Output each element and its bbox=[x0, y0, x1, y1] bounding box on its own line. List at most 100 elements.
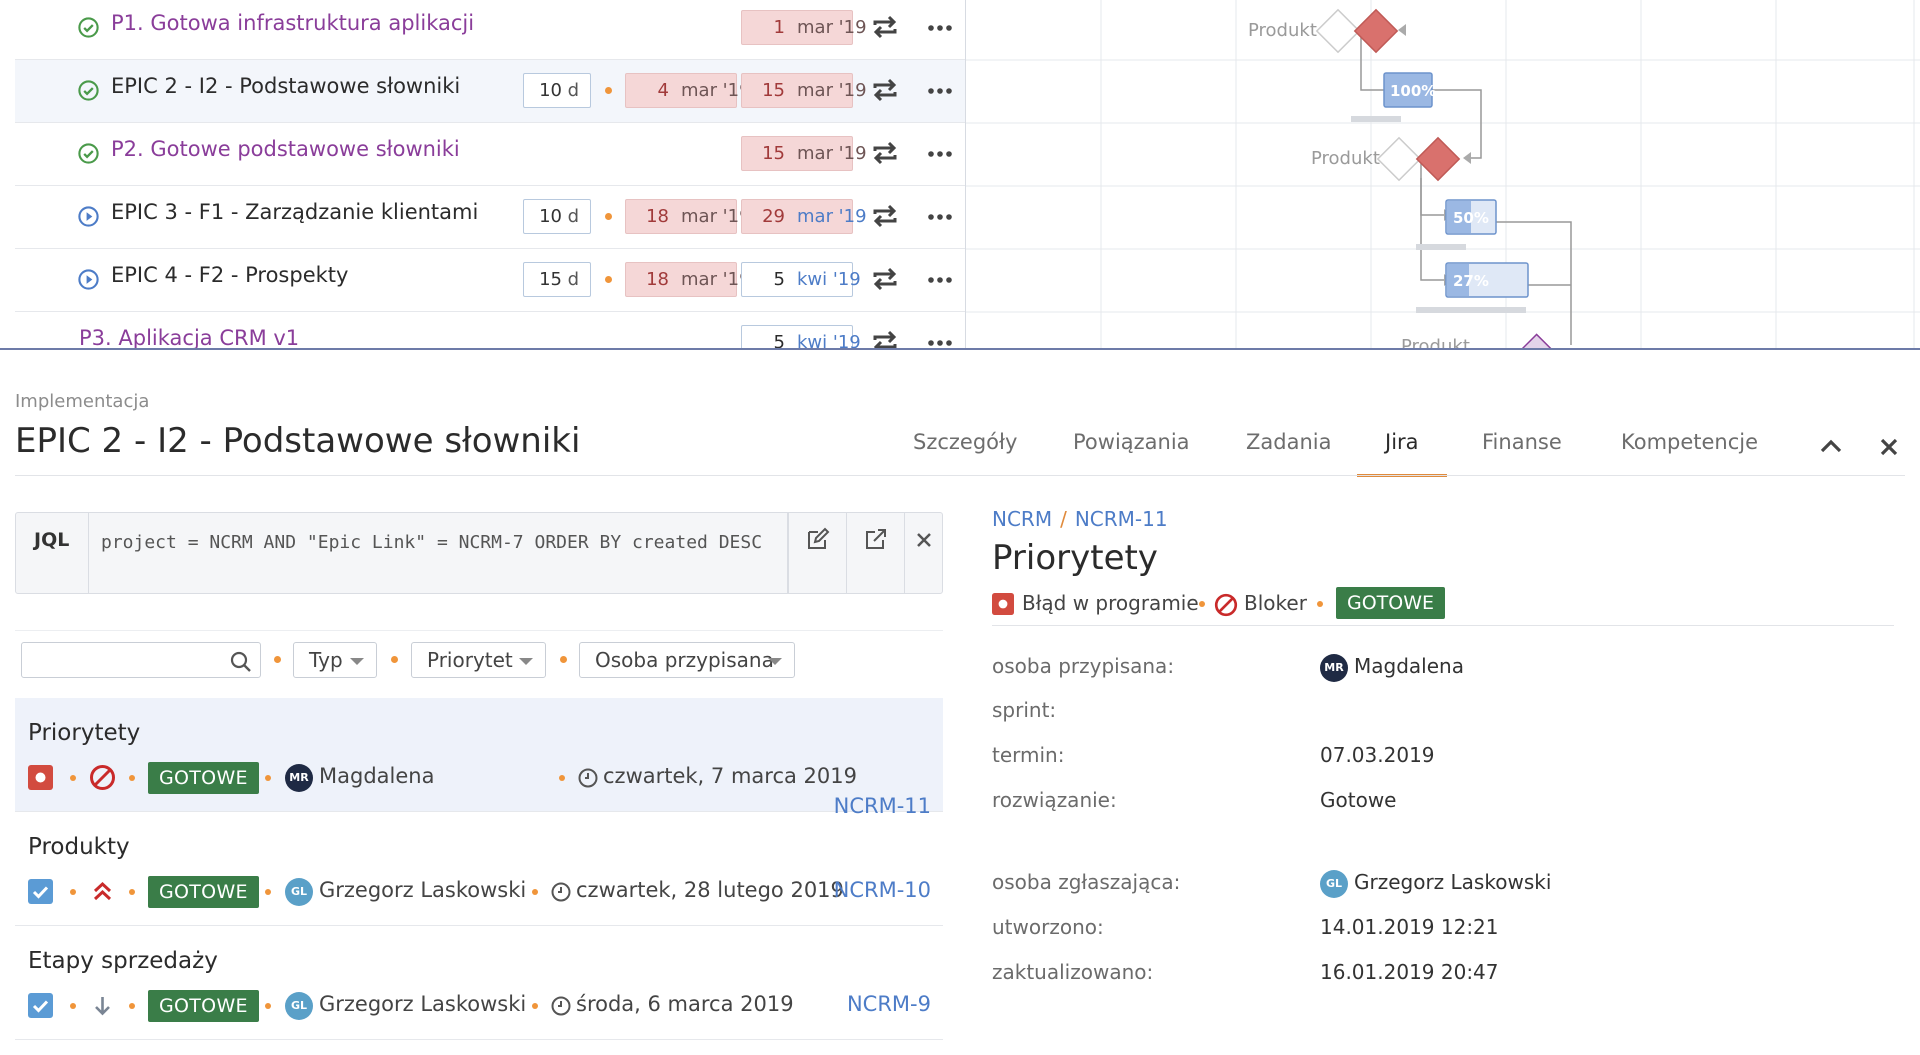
task-name[interactable]: P3. Aplikacja CRM v1 bbox=[79, 326, 299, 350]
reporter-value: Grzegorz Laskowski bbox=[1354, 870, 1552, 894]
priority-filter-dropdown[interactable]: Priorytet bbox=[411, 642, 546, 678]
repeat-icon[interactable] bbox=[870, 76, 900, 104]
more-icon[interactable] bbox=[927, 330, 953, 350]
repeat-icon[interactable] bbox=[870, 328, 900, 350]
duration[interactable]: 10 d bbox=[523, 73, 591, 108]
separator-dot bbox=[1317, 601, 1323, 607]
end-date[interactable]: 5 kwi '19 bbox=[741, 325, 861, 350]
repeat-icon[interactable] bbox=[870, 139, 900, 167]
clock-icon bbox=[551, 996, 571, 1016]
issue-row[interactable]: Etapy sprzedaży GOTOWE GL Grzegorz Lasko… bbox=[15, 926, 943, 1040]
avatar: GL bbox=[285, 992, 313, 1020]
clock-icon bbox=[578, 768, 598, 788]
start-date[interactable]: 18 mar '19 bbox=[625, 199, 751, 234]
assignee-name: Grzegorz Laskowski bbox=[319, 878, 527, 902]
separator-dot bbox=[265, 775, 271, 781]
header-divider bbox=[15, 475, 1905, 476]
assignee-filter-label: Osoba przypisana bbox=[595, 648, 774, 672]
status-badge: GOTOWE bbox=[1336, 587, 1446, 619]
tab-jira[interactable]: Jira bbox=[1357, 430, 1447, 477]
repeat-icon[interactable] bbox=[870, 202, 900, 230]
tab-jira-label: Jira bbox=[1385, 430, 1419, 454]
more-icon[interactable] bbox=[927, 15, 953, 41]
edit-jql-button[interactable] bbox=[788, 513, 846, 593]
duration[interactable]: 15 d bbox=[523, 262, 591, 297]
more-icon[interactable] bbox=[927, 141, 953, 167]
blocker-priority-icon bbox=[1214, 593, 1238, 617]
end-month: mar '19 bbox=[797, 143, 867, 164]
end-date[interactable]: 5 kwi '19 bbox=[741, 262, 861, 297]
task-row[interactable]: EPIC 3 - F1 - Zarządzanie klientami 10 d … bbox=[15, 186, 965, 249]
task-row-selected[interactable]: EPIC 2 - I2 - Podstawowe słowniki 10 d 4m… bbox=[15, 60, 965, 123]
end-date[interactable]: 1 mar '19 bbox=[741, 10, 867, 45]
gantt-chart[interactable]: Produkt 100% Produkt 50% 27% Produkt bbox=[965, 0, 1920, 350]
open-in-jira-button[interactable] bbox=[846, 513, 904, 593]
updated-label: zaktualizowano: bbox=[992, 960, 1154, 984]
chevron-up-icon[interactable] bbox=[1816, 432, 1846, 462]
task-row[interactable]: P3. Aplikacja CRM v1 5 kwi '19 bbox=[15, 312, 965, 350]
task-row[interactable]: P2. Gotowe podstawowe słowniki 15 mar '19 bbox=[15, 123, 965, 186]
avatar: MR bbox=[285, 764, 313, 792]
task-name[interactable]: P1. Gotowa infrastruktura aplikacji bbox=[111, 11, 474, 35]
check-circle-icon bbox=[78, 143, 99, 164]
tab-relations[interactable]: Powiązania bbox=[1073, 430, 1190, 475]
jql-query[interactable]: project = NCRM AND "Epic Link" = NCRM-7 … bbox=[88, 513, 788, 593]
bar-baseline bbox=[1351, 116, 1401, 122]
task-row[interactable]: P1. Gotowa infrastruktura aplikacji 1 mar… bbox=[15, 0, 965, 60]
repeat-icon[interactable] bbox=[870, 265, 900, 293]
blocker-priority-icon bbox=[90, 765, 115, 790]
issue-row-selected[interactable]: Priorytety GOTOWE MR Magdalena czwartek,… bbox=[15, 698, 943, 818]
tab-tasks[interactable]: Zadania bbox=[1246, 430, 1331, 475]
tab-competencies[interactable]: Kompetencje bbox=[1621, 430, 1758, 475]
start-day: 4 bbox=[657, 80, 669, 101]
issue-key-link[interactable]: NCRM-10 bbox=[834, 878, 931, 902]
split-divider[interactable] bbox=[0, 348, 1920, 350]
duration[interactable]: 10 d bbox=[523, 199, 591, 234]
task-name[interactable]: P2. Gotowe podstawowe słowniki bbox=[111, 137, 460, 161]
task-row[interactable]: EPIC 4 - F2 - Prospekty 15 d 18 mar '19 5k… bbox=[15, 249, 965, 312]
breadcrumb-project-link[interactable]: NCRM bbox=[992, 507, 1052, 531]
assignee-filter-dropdown[interactable]: Osoba przypisana bbox=[579, 642, 795, 678]
jira-issue-meta: Błąd w programie Bloker GOTOWE bbox=[992, 587, 1892, 621]
end-date[interactable]: 15 mar '19 bbox=[741, 73, 867, 108]
start-date[interactable]: 4 mar '19 bbox=[625, 73, 751, 108]
more-icon[interactable] bbox=[927, 78, 953, 104]
milestone-p2[interactable] bbox=[1415, 136, 1461, 182]
edit-icon bbox=[808, 527, 830, 549]
tab-bar: Szczegóły Powiązania Zadania Jira Finans… bbox=[0, 430, 1920, 477]
task-name[interactable]: EPIC 3 - F1 - Zarządzanie klientami bbox=[111, 200, 478, 224]
clear-jql-button[interactable] bbox=[904, 513, 944, 593]
separator-dot bbox=[129, 1003, 135, 1009]
separator-dot bbox=[605, 276, 612, 283]
issue-date: czwartek, 7 marca 2019 bbox=[603, 764, 857, 788]
issue-date: czwartek, 28 lutego 2019 bbox=[576, 878, 844, 902]
type-filter-dropdown[interactable]: Typ bbox=[293, 642, 377, 678]
tab-details[interactable]: Szczegóły bbox=[913, 430, 1017, 475]
end-date[interactable]: 15 mar '19 bbox=[741, 136, 867, 171]
start-date[interactable]: 18 mar '19 bbox=[625, 262, 751, 297]
bar-progress-label: 27% bbox=[1453, 272, 1489, 290]
end-date[interactable]: 29 mar '19 bbox=[741, 199, 867, 234]
issue-row[interactable]: Produkty GOTOWE GL Grzegorz Laskowski cz… bbox=[15, 812, 943, 926]
bar-baseline bbox=[1416, 307, 1526, 313]
more-icon[interactable] bbox=[927, 267, 953, 293]
end-day: 15 bbox=[762, 80, 785, 101]
close-icon bbox=[917, 533, 931, 547]
due-value: 07.03.2019 bbox=[1320, 743, 1435, 767]
issue-key-link[interactable]: NCRM-9 bbox=[847, 992, 931, 1016]
low-priority-icon bbox=[95, 997, 110, 1016]
milestone-label: Produkt bbox=[1248, 20, 1317, 41]
search-input[interactable] bbox=[21, 642, 261, 678]
updated-value: 16.01.2019 20:47 bbox=[1320, 960, 1499, 984]
duration-value: 10 bbox=[539, 80, 562, 101]
close-icon[interactable] bbox=[1874, 432, 1904, 462]
jira-issue-title: Priorytety bbox=[992, 538, 1158, 578]
more-icon[interactable] bbox=[927, 204, 953, 230]
task-name[interactable]: EPIC 4 - F2 - Prospekty bbox=[111, 263, 348, 287]
task-name[interactable]: EPIC 2 - I2 - Podstawowe słowniki bbox=[111, 74, 460, 98]
separator-dot bbox=[532, 1003, 538, 1009]
breadcrumb-issue-link[interactable]: NCRM-11 bbox=[1075, 507, 1168, 531]
tab-finance[interactable]: Finanse bbox=[1482, 430, 1562, 475]
duration-unit: d bbox=[567, 269, 579, 290]
repeat-icon[interactable] bbox=[870, 13, 900, 41]
